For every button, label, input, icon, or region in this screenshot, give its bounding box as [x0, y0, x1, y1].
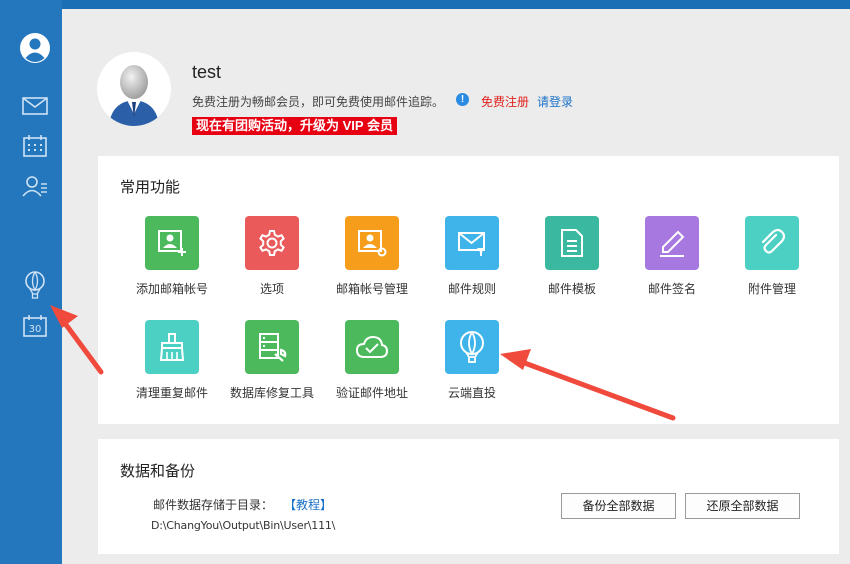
- backup-all-button[interactable]: 备份全部数据: [561, 493, 676, 519]
- tile-attachment-management[interactable]: 附件管理: [717, 216, 827, 297]
- user-avatar[interactable]: [97, 52, 171, 126]
- data-path-label: 邮件数据存储于目录：: [153, 498, 274, 512]
- data-backup-panel: 数据和备份 邮件数据存储于目录： 【教程】 D:\ChangYou\Output…: [98, 439, 839, 554]
- account-manage-icon: [345, 216, 399, 270]
- mail-rule-icon: [445, 216, 499, 270]
- login-link[interactable]: 请登录: [537, 93, 573, 110]
- tile-label: 邮件签名: [647, 282, 696, 296]
- avatar-icon[interactable]: [17, 30, 53, 66]
- free-register-link[interactable]: 免费注册: [481, 93, 529, 110]
- tile-label: 验证邮件地址: [335, 386, 408, 400]
- window-top-strip: [0, 0, 850, 9]
- tile-label: 清理重复邮件: [135, 386, 208, 400]
- cloud-check-icon: [345, 320, 399, 374]
- template-icon: [545, 216, 599, 270]
- tile-verify-email[interactable]: 验证邮件地址: [317, 320, 427, 401]
- tile-account-management[interactable]: 邮箱帐号管理: [317, 216, 427, 297]
- balloon-icon: [445, 320, 499, 374]
- tile-clean-duplicates[interactable]: 清理重复邮件: [117, 320, 227, 401]
- tile-label: 邮件模板: [547, 282, 596, 296]
- info-icon: !: [456, 93, 469, 106]
- gear-icon: [245, 216, 299, 270]
- signature-icon: [645, 216, 699, 270]
- tile-add-account[interactable]: 添加邮箱帐号: [117, 216, 227, 297]
- sidebar: 30: [0, 0, 62, 564]
- data-path-value: D:\ChangYou\Output\Bin\User\111\: [151, 519, 336, 532]
- calendar-grid-icon[interactable]: [17, 128, 53, 164]
- add-account-icon: [145, 216, 199, 270]
- calendar-day-text: 30: [29, 324, 42, 335]
- tile-mail-rules[interactable]: 邮件规则: [417, 216, 527, 297]
- tile-label: 添加邮箱帐号: [135, 282, 208, 296]
- tile-label: 邮件规则: [447, 282, 496, 296]
- member-notice: 免费注册为畅邮会员，即可免费使用邮件追踪。: [192, 95, 445, 109]
- tile-options[interactable]: 选项: [217, 216, 327, 297]
- common-functions-panel: 常用功能 添加邮箱帐号 选项 邮箱帐号管理 邮件规则 邮件模板 邮件签名 附件管…: [98, 156, 839, 424]
- broom-icon: [145, 320, 199, 374]
- tile-mail-signature[interactable]: 邮件签名: [617, 216, 727, 297]
- calendar-30-icon[interactable]: 30: [17, 308, 53, 344]
- tile-label: 附件管理: [747, 282, 796, 296]
- tile-database-repair[interactable]: 数据库修复工具: [217, 320, 327, 401]
- restore-all-button[interactable]: 还原全部数据: [685, 493, 800, 519]
- panel-title: 常用功能: [120, 179, 181, 196]
- database-repair-icon: [245, 320, 299, 374]
- panel-title: 数据和备份: [120, 463, 196, 480]
- tile-label: 选项: [259, 282, 284, 296]
- paperclip-icon: [745, 216, 799, 270]
- mail-icon[interactable]: [17, 88, 53, 124]
- vip-promo-banner[interactable]: 现在有团购活动，升级为 VIP 会员: [192, 117, 397, 135]
- tile-mail-templates[interactable]: 邮件模板: [517, 216, 627, 297]
- tile-label: 云端直投: [447, 386, 496, 400]
- tile-label: 邮箱帐号管理: [335, 282, 408, 296]
- tile-cloud-delivery[interactable]: 云端直投: [417, 320, 527, 401]
- balloon-icon[interactable]: [17, 267, 53, 303]
- tile-label: 数据库修复工具: [229, 386, 314, 400]
- contacts-icon[interactable]: [17, 168, 53, 204]
- username: test: [192, 62, 222, 82]
- tutorial-link[interactable]: 【教程】: [284, 496, 332, 513]
